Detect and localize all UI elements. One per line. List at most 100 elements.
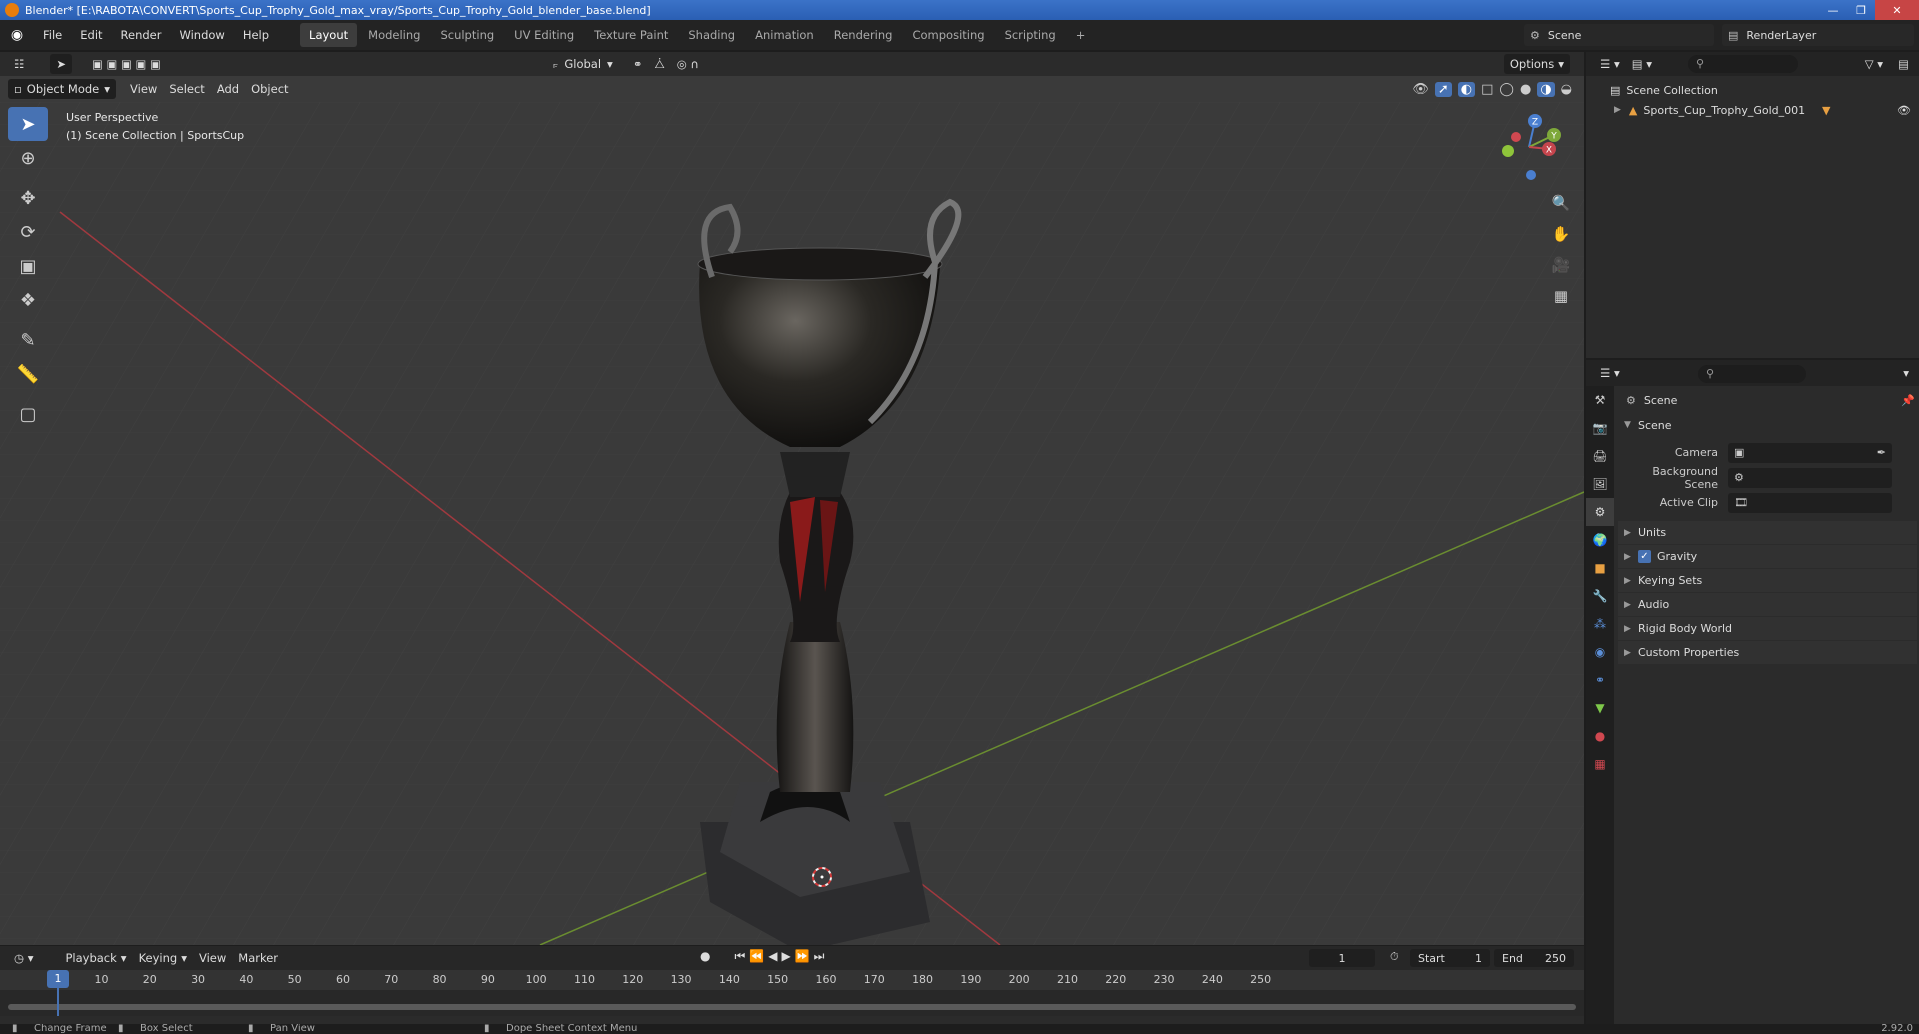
editor-type-icon[interactable]: ☷ xyxy=(8,54,30,74)
filter-icon[interactable]: ▽ ▾ xyxy=(1859,54,1889,74)
viewport-menu-object[interactable]: Object xyxy=(245,79,294,99)
minimize-icon[interactable]: — xyxy=(1819,0,1847,20)
display-mode-icon[interactable]: ▤ ▾ xyxy=(1626,54,1658,74)
properties-search-input[interactable]: ⚲ xyxy=(1698,365,1806,383)
end-frame-field[interactable]: End 250 xyxy=(1494,949,1574,967)
rigid-body-world-panel[interactable]: ▶ Rigid Body World xyxy=(1618,617,1917,641)
tab-scripting[interactable]: Scripting xyxy=(996,23,1065,47)
tab-texture-paint[interactable]: Texture Paint xyxy=(585,23,677,47)
expand-icon[interactable]: ▶ xyxy=(1614,105,1621,115)
camera-selector[interactable]: ▣ ✒ xyxy=(1728,442,1892,463)
menu-edit[interactable]: Edit xyxy=(71,28,111,42)
pin-icon[interactable]: 📌 xyxy=(1901,394,1915,407)
object-data-tab-icon[interactable]: ▼ xyxy=(1586,694,1614,722)
material-tab-icon[interactable]: ● xyxy=(1586,722,1614,750)
next-keyframe-icon[interactable]: ⏩ xyxy=(795,949,810,964)
viewport-menu-add[interactable]: Add xyxy=(211,79,245,99)
scene-collection-row[interactable]: ▤ Scene Collection xyxy=(1586,80,1919,100)
scene-tab-icon[interactable]: ⚙ xyxy=(1586,498,1614,526)
xray-icon[interactable]: □ xyxy=(1481,82,1493,97)
jump-start-icon[interactable]: ⏮ xyxy=(734,949,745,964)
timeline-body[interactable] xyxy=(0,990,1584,1016)
add-workspace-icon[interactable]: + xyxy=(1067,23,1095,47)
transform-tool-icon[interactable]: ❖ xyxy=(8,283,48,317)
solid-shading-icon[interactable]: ● xyxy=(1520,82,1531,97)
cursor-tool-icon[interactable]: ⊕ xyxy=(8,141,48,175)
background-scene-selector[interactable]: ⚙ xyxy=(1728,467,1892,488)
pivot-icon[interactable]: ⚭ xyxy=(627,54,649,74)
outliner-item[interactable]: ▶ ▲ Sports_Cup_Trophy_Gold_001 ▼ 👁 xyxy=(1586,100,1919,120)
add-cube-tool-icon[interactable]: ▢ xyxy=(8,397,48,431)
chevron-down-icon[interactable]: ▾ xyxy=(1897,363,1915,383)
scene-panel-header[interactable]: ▼ Scene xyxy=(1618,414,1917,436)
tab-layout[interactable]: Layout xyxy=(300,23,358,47)
playback-menu[interactable]: Playback ▾ xyxy=(59,948,132,968)
output-tab-icon[interactable]: 🖨 xyxy=(1586,442,1614,470)
play-reverse-icon[interactable]: ◀ xyxy=(768,949,777,964)
tab-rendering[interactable]: Rendering xyxy=(825,23,902,47)
view-layer-tab-icon[interactable]: 🖼 xyxy=(1586,470,1614,498)
timeline-editor-type-icon[interactable]: ◷ ▾ xyxy=(8,948,39,968)
menu-help[interactable]: Help xyxy=(234,28,278,42)
proportional-edit-icon[interactable]: ◎ ∩ xyxy=(671,54,705,74)
select-box-icon[interactable]: ➤ xyxy=(8,107,48,141)
annotate-tool-icon[interactable]: ✎ xyxy=(8,323,48,357)
scene-selector[interactable]: ⚙ Scene xyxy=(1524,24,1714,46)
timeline-ruler[interactable]: 1102030405060708090100110120130140150160… xyxy=(0,970,1584,990)
properties-editor-type-icon[interactable]: ☰ ▾ xyxy=(1594,363,1626,383)
particles-tab-icon[interactable]: ⁂ xyxy=(1586,610,1614,638)
world-tab-icon[interactable]: 🌍 xyxy=(1586,526,1614,554)
timeline-scrollbar[interactable] xyxy=(8,1004,1576,1010)
gravity-checkbox[interactable]: ✓ xyxy=(1638,550,1651,563)
record-icon[interactable]: ● xyxy=(700,949,710,964)
new-collection-icon[interactable]: ▤ xyxy=(1892,54,1915,74)
jump-end-icon[interactable]: ⏭ xyxy=(814,949,825,964)
current-frame-field[interactable]: 1 xyxy=(1309,949,1375,967)
tab-animation[interactable]: Animation xyxy=(746,23,823,47)
audio-panel[interactable]: ▶ Audio xyxy=(1618,593,1917,617)
viewport-menu-view[interactable]: View xyxy=(124,79,163,99)
render-tab-icon[interactable]: 📷 xyxy=(1586,414,1614,442)
outliner-editor-type-icon[interactable]: ☰ ▾ xyxy=(1594,54,1626,74)
menu-window[interactable]: Window xyxy=(170,28,233,42)
texture-tab-icon[interactable]: ▦ xyxy=(1586,750,1614,778)
camera-view-icon[interactable]: 🎥 xyxy=(1547,251,1575,279)
scale-tool-icon[interactable]: ▣ xyxy=(8,249,48,283)
restore-icon[interactable]: ❐ xyxy=(1847,0,1875,20)
tab-modeling[interactable]: Modeling xyxy=(359,23,429,47)
rotate-tool-icon[interactable]: ⟳ xyxy=(8,215,48,249)
rendered-shading-icon[interactable]: ◒ xyxy=(1561,82,1572,97)
select-tool-icon[interactable]: ➤ xyxy=(50,54,72,74)
outliner-search-input[interactable]: ⚲ xyxy=(1688,55,1798,73)
timeline-marker-menu[interactable]: Marker xyxy=(232,948,284,968)
active-clip-selector[interactable]: 🎞 xyxy=(1728,492,1892,513)
timeline-view-menu[interactable]: View xyxy=(193,948,232,968)
wireframe-shading-icon[interactable]: ◯ xyxy=(1499,82,1514,97)
pan-hand-icon[interactable]: ✋ xyxy=(1547,220,1575,248)
playhead[interactable]: 1 xyxy=(47,970,69,988)
viewport-menu-select[interactable]: Select xyxy=(163,79,210,99)
navigation-gizmo[interactable]: Z Y X xyxy=(1494,107,1564,187)
constraints-tab-icon[interactable]: ⚭ xyxy=(1586,666,1614,694)
3d-viewport[interactable]: ☷ ➤ ▣ ▣ ▣ ▣ ▣ ⟔ Global ▾ ⚭ ⧊ ◎ ∩ Options… xyxy=(0,52,1584,945)
visibility-icon[interactable]: 👁 xyxy=(1412,82,1429,97)
overlay-toggle-icon[interactable]: ◐ xyxy=(1457,81,1476,97)
stopwatch-icon[interactable]: ⏱ xyxy=(1390,950,1399,964)
mode-dropdown[interactable]: ▫ Object Mode ▾ xyxy=(8,79,117,99)
gravity-panel[interactable]: ▶ ✓ Gravity xyxy=(1618,545,1917,569)
keying-sets-panel[interactable]: ▶ Keying Sets xyxy=(1618,569,1917,593)
material-shading-icon[interactable]: ◑ xyxy=(1537,81,1555,97)
physics-tab-icon[interactable]: ◉ xyxy=(1586,638,1614,666)
tab-uv-editing[interactable]: UV Editing xyxy=(505,23,583,47)
blender-logo-icon[interactable]: ◉ xyxy=(0,20,34,50)
object-tab-icon[interactable]: ■ xyxy=(1586,554,1614,582)
render-layer-selector[interactable]: ▤ RenderLayer xyxy=(1722,24,1914,46)
perspective-toggle-icon[interactable]: ▦ xyxy=(1547,282,1575,310)
eyedropper-icon[interactable]: ✒ xyxy=(1877,446,1886,459)
tab-shading[interactable]: Shading xyxy=(679,23,744,47)
eye-icon[interactable]: 👁 xyxy=(1897,104,1911,117)
snap-icon[interactable]: ⧊ xyxy=(648,54,670,74)
zoom-icon[interactable]: 🔍 xyxy=(1547,189,1575,217)
custom-properties-panel[interactable]: ▶ Custom Properties xyxy=(1618,641,1917,665)
start-frame-field[interactable]: Start 1 xyxy=(1410,949,1490,967)
